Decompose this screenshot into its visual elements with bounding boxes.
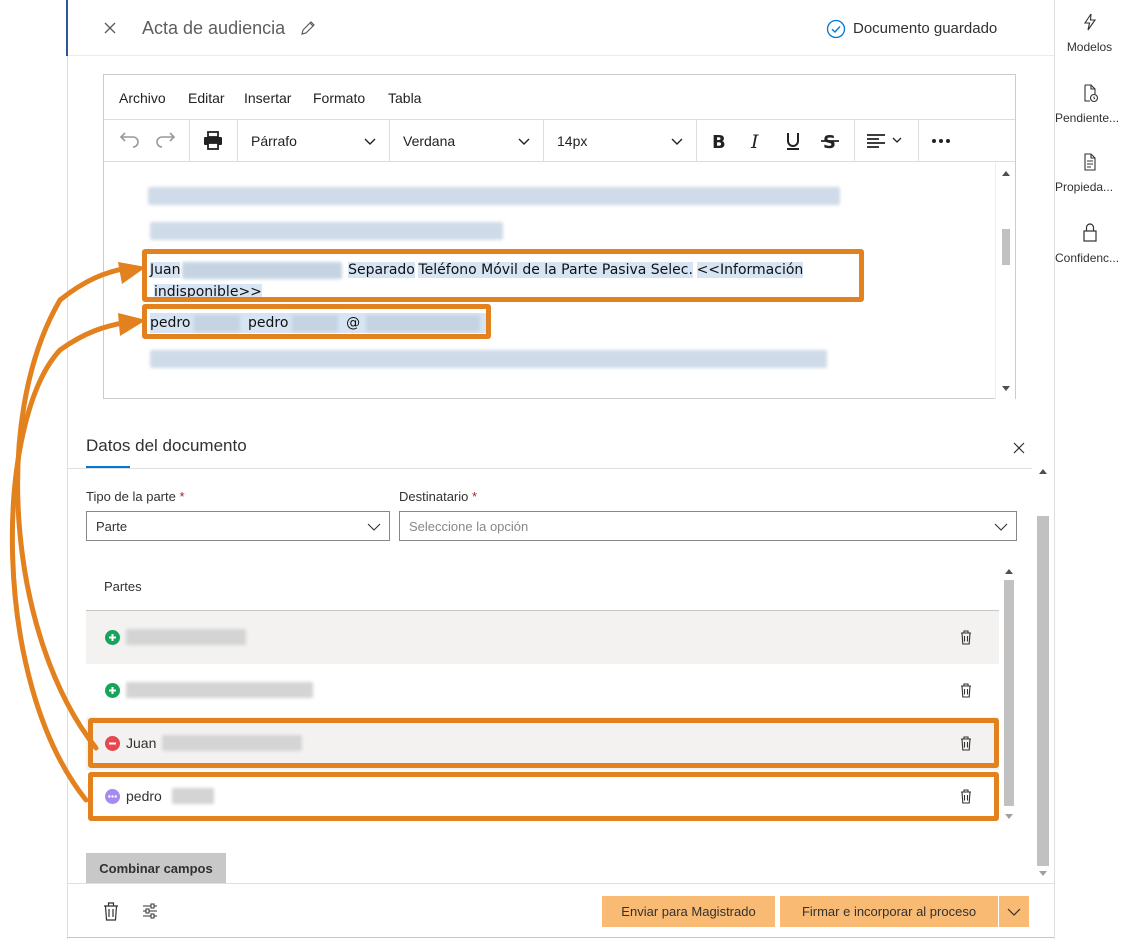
sign-and-incorporate-button[interactable]: Firmar e incorporar al proceso: [780, 896, 998, 927]
recipient-placeholder: Seleccione la opción: [409, 519, 529, 534]
sidebar-item-modelos[interactable]: Modelos: [1055, 12, 1123, 54]
sidebar-item-pendientes[interactable]: Pendiente...: [1055, 83, 1123, 125]
trash-icon[interactable]: [958, 629, 974, 645]
party-type-label: Tipo de la parte *: [86, 489, 185, 504]
block-format-select[interactable]: Párrafo: [237, 120, 389, 162]
document-clock-icon: [1055, 83, 1123, 103]
parties-scrollbar[interactable]: [1002, 563, 1016, 825]
bottom-border: [67, 937, 1055, 938]
font-size-select[interactable]: 14px: [543, 120, 696, 162]
undo-icon[interactable]: [116, 129, 140, 153]
chevron-down-icon: [994, 523, 1008, 531]
sign-options-button[interactable]: [999, 896, 1029, 927]
redo-icon[interactable]: [155, 129, 179, 153]
pedro-highlight-box: [142, 304, 491, 339]
menu-insertar[interactable]: Insertar: [244, 90, 291, 106]
svg-text:B: B: [712, 132, 726, 153]
chevron-down-icon: [364, 138, 376, 145]
lightning-icon: [1055, 12, 1123, 32]
save-status: Documento guardado: [853, 20, 998, 37]
right-sidebar: Modelos Pendiente... Propieda... Confide…: [1054, 0, 1123, 939]
close-icon[interactable]: [100, 18, 120, 38]
underline-icon[interactable]: [781, 129, 805, 153]
chevron-down-icon: [367, 523, 381, 531]
rich-text-editor: Archivo Editar Insertar Formato Tabla Pá…: [103, 74, 1016, 399]
chevron-down-icon: [1007, 908, 1021, 916]
more-options-icon[interactable]: [929, 129, 953, 153]
panel-divider: [68, 468, 1032, 469]
pedro-party-highlight-box: [88, 772, 999, 821]
pencil-icon[interactable]: [299, 19, 317, 37]
align-left-icon[interactable]: [864, 129, 908, 153]
font-size-value: 14px: [557, 133, 588, 149]
editor-menubar: Archivo Editar Insertar Formato Tabla: [104, 75, 1015, 119]
recipient-dropdown[interactable]: Seleccione la opción: [399, 511, 1017, 541]
lock-icon: [1055, 221, 1123, 243]
blurred-text-line: [150, 222, 503, 240]
font-family-value: Verdana: [403, 133, 456, 149]
sidebar-item-label: Modelos: [1066, 40, 1113, 54]
add-circle-icon[interactable]: [105, 683, 120, 698]
menu-editar[interactable]: Editar: [188, 90, 225, 106]
font-family-select[interactable]: Verdana: [389, 120, 543, 162]
print-icon[interactable]: [201, 129, 225, 153]
add-circle-icon[interactable]: [105, 630, 120, 645]
parties-header: Partes: [104, 579, 142, 594]
panel-scrollbar[interactable]: [1036, 463, 1050, 883]
blurred-text-line: [150, 350, 827, 368]
juan-highlight-box: [142, 249, 864, 302]
party-type-dropdown[interactable]: Parte: [86, 511, 390, 541]
sidebar-item-label: Confidenc...: [1055, 251, 1120, 265]
send-to-magistrate-button[interactable]: Enviar para Magistrado: [602, 896, 775, 927]
strikethrough-icon[interactable]: S: [818, 129, 842, 153]
check-circle-icon: [826, 19, 846, 39]
recipient-label: Destinatario *: [399, 489, 478, 504]
trash-icon[interactable]: [102, 901, 120, 921]
chevron-down-icon: [671, 138, 683, 145]
block-format-value: Párrafo: [251, 133, 297, 149]
sidebar-item-propiedades[interactable]: Propieda...: [1055, 152, 1123, 194]
document-properties-icon: [1055, 152, 1123, 172]
menu-archivo[interactable]: Archivo: [119, 90, 166, 106]
party-row[interactable]: [86, 664, 999, 717]
party-row[interactable]: [86, 611, 999, 664]
editor-toolbar: Párrafo Verdana 14px B I S: [104, 119, 1015, 162]
combine-fields-button[interactable]: Combinar campos: [86, 853, 226, 884]
blurred-text-line: [148, 187, 840, 205]
svg-text:S: S: [823, 132, 836, 153]
chevron-down-icon: [518, 138, 530, 145]
juan-party-highlight-box: [88, 718, 999, 768]
menu-formato[interactable]: Formato: [313, 90, 365, 106]
trash-icon[interactable]: [958, 682, 974, 698]
sidebar-item-confidencial[interactable]: Confidenc...: [1055, 221, 1123, 265]
footer-divider: [68, 883, 1054, 884]
left-border: [67, 0, 68, 939]
editor-scrollbar[interactable]: [995, 163, 1015, 399]
sidebar-item-label: Pendiente...: [1055, 111, 1120, 125]
menu-tabla[interactable]: Tabla: [388, 90, 421, 106]
close-icon[interactable]: [1011, 440, 1027, 456]
settings-sliders-icon[interactable]: [141, 902, 159, 920]
bold-icon[interactable]: B: [707, 129, 731, 153]
sidebar-item-label: Propieda...: [1055, 180, 1114, 194]
italic-icon[interactable]: I: [744, 129, 768, 153]
panel-title: Datos del documento: [86, 436, 247, 455]
svg-text:I: I: [750, 131, 759, 153]
party-type-value: Parte: [96, 519, 128, 534]
document-title: Acta de audiencia: [142, 18, 286, 38]
